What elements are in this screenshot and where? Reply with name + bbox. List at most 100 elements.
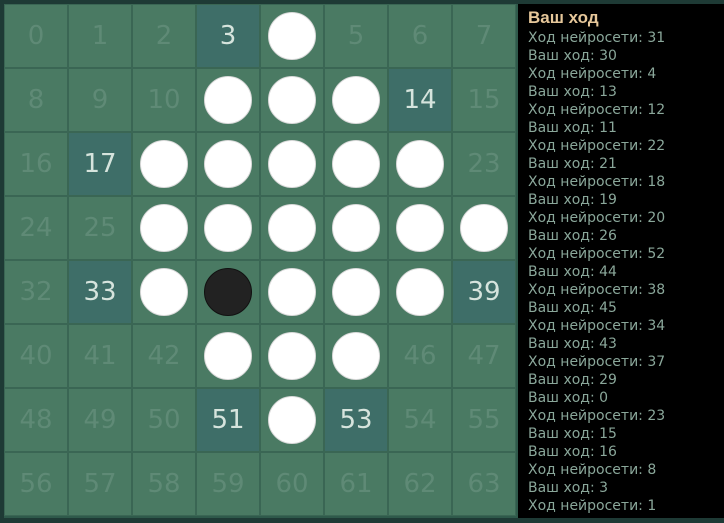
cell-number-label: 50: [147, 405, 181, 435]
board-cell[interactable]: 39: [452, 260, 516, 324]
board-cell[interactable]: 52: [260, 388, 324, 452]
cell-number-label: 60: [275, 469, 309, 499]
move-log-entry: Ход нейросети: 31: [528, 30, 666, 46]
game-board: 0123456789101112131415161718192021222324…: [4, 4, 518, 518]
board-cell[interactable]: 14: [388, 68, 452, 132]
cell-number-label: 10: [147, 85, 181, 115]
board-cell[interactable]: 57: [68, 452, 132, 516]
board-cell[interactable]: 59: [196, 452, 260, 516]
cell-number-label: 15: [467, 85, 501, 115]
board-cell[interactable]: 22: [388, 132, 452, 196]
white-disc: [204, 332, 252, 380]
cell-number-label: 3: [219, 21, 237, 51]
move-log-entry: Ваш ход: 15: [528, 426, 617, 442]
board-cell[interactable]: 36: [260, 260, 324, 324]
white-disc: [140, 204, 188, 252]
board-cell[interactable]: 34: [132, 260, 196, 324]
board-cell[interactable]: 26: [132, 196, 196, 260]
board-cell[interactable]: 42: [132, 324, 196, 388]
move-log-entry: Ваш ход: 19: [528, 192, 617, 208]
move-log-entry: Ход нейросети: 38: [528, 282, 666, 298]
board-cell[interactable]: 37: [324, 260, 388, 324]
board-cell[interactable]: 61: [324, 452, 388, 516]
white-disc: [204, 140, 252, 188]
board-cell[interactable]: 35: [196, 260, 260, 324]
board-cell[interactable]: 17: [68, 132, 132, 196]
board-cell[interactable]: 2: [132, 4, 196, 68]
board-cell[interactable]: 15: [452, 68, 516, 132]
move-log-entry: Ваш ход: 44: [528, 264, 617, 280]
board-cell[interactable]: 3: [196, 4, 260, 68]
board-cell[interactable]: 25: [68, 196, 132, 260]
board-cell[interactable]: 5: [324, 4, 388, 68]
move-log-entry: Ваш ход: 21: [528, 156, 617, 172]
board-cell[interactable]: 48: [4, 388, 68, 452]
white-disc: [140, 268, 188, 316]
board-cell[interactable]: 62: [388, 452, 452, 516]
board-cell[interactable]: 31: [452, 196, 516, 260]
board-cell[interactable]: 56: [4, 452, 68, 516]
cell-number-label: 46: [403, 341, 437, 371]
board-cell[interactable]: 33: [68, 260, 132, 324]
move-log-entry: Ваш ход: 16: [528, 444, 617, 460]
board-cell[interactable]: 38: [388, 260, 452, 324]
board-cell[interactable]: 21: [324, 132, 388, 196]
board-cell[interactable]: 29: [324, 196, 388, 260]
white-disc: [268, 204, 316, 252]
board-cell[interactable]: 47: [452, 324, 516, 388]
cell-number-label: 55: [467, 405, 501, 435]
board-cell[interactable]: 45: [324, 324, 388, 388]
board-cell[interactable]: 27: [196, 196, 260, 260]
board-cell[interactable]: 44: [260, 324, 324, 388]
board-cell[interactable]: 60: [260, 452, 324, 516]
board-cell[interactable]: 55: [452, 388, 516, 452]
cell-number-label: 32: [19, 277, 53, 307]
board-cell[interactable]: 9: [68, 68, 132, 132]
cell-number-label: 39: [467, 277, 501, 307]
board-cell[interactable]: 6: [388, 4, 452, 68]
board-cell[interactable]: 46: [388, 324, 452, 388]
board-cell[interactable]: 24: [4, 196, 68, 260]
board-cell[interactable]: 1: [68, 4, 132, 68]
move-log-entry: Ход нейросети: 37: [528, 354, 666, 370]
board-cell[interactable]: 8: [4, 68, 68, 132]
board-cell[interactable]: 10: [132, 68, 196, 132]
board-cell[interactable]: 13: [324, 68, 388, 132]
board-cell[interactable]: 49: [68, 388, 132, 452]
white-disc: [204, 204, 252, 252]
board-cell[interactable]: 28: [260, 196, 324, 260]
board-cell[interactable]: 20: [260, 132, 324, 196]
board-cell[interactable]: 4: [260, 4, 324, 68]
board-cell[interactable]: 32: [4, 260, 68, 324]
board-cell[interactable]: 19: [196, 132, 260, 196]
board-cell[interactable]: 51: [196, 388, 260, 452]
turn-indicator: Ваш ход: [528, 8, 599, 27]
board-cell[interactable]: 43: [196, 324, 260, 388]
board-cell[interactable]: 63: [452, 452, 516, 516]
white-disc: [140, 140, 188, 188]
cell-number-label: 23: [467, 149, 501, 179]
board-cell[interactable]: 50: [132, 388, 196, 452]
board-cell[interactable]: 30: [388, 196, 452, 260]
board-cell[interactable]: 53: [324, 388, 388, 452]
board-cell[interactable]: 23: [452, 132, 516, 196]
board-cell[interactable]: 40: [4, 324, 68, 388]
board-cell[interactable]: 41: [68, 324, 132, 388]
white-disc: [204, 76, 252, 124]
board-cell[interactable]: 7: [452, 4, 516, 68]
board-cell[interactable]: 12: [260, 68, 324, 132]
move-log-entry: Ход нейросети: 18: [528, 174, 666, 190]
board-cell[interactable]: 54: [388, 388, 452, 452]
board-cell[interactable]: 18: [132, 132, 196, 196]
board-cell[interactable]: 58: [132, 452, 196, 516]
board-cell[interactable]: 11: [196, 68, 260, 132]
white-disc: [268, 12, 316, 60]
cell-number-label: 8: [27, 85, 45, 115]
cell-number-label: 47: [467, 341, 501, 371]
game-window: 0123456789101112131415161718192021222324…: [0, 0, 724, 523]
white-disc: [332, 268, 380, 316]
cell-number-label: 25: [83, 213, 117, 243]
move-history-panel: Ваш ход Ход нейросети: 31 Ваш ход: 30 Ход …: [518, 4, 724, 518]
board-cell[interactable]: 16: [4, 132, 68, 196]
board-cell[interactable]: 0: [4, 4, 68, 68]
